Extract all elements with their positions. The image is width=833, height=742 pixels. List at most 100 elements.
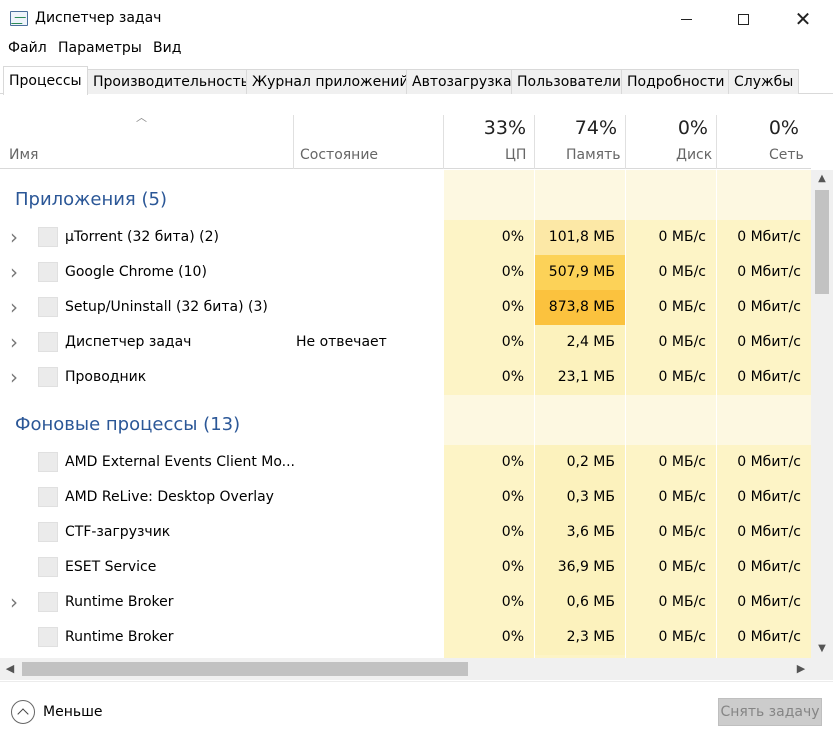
column-memory-header[interactable]: Память xyxy=(566,147,621,163)
maximize-button[interactable] xyxy=(720,0,766,38)
table-row[interactable]: CTF-загрузчик 0% 3,6 МБ 0 МБ/с 0 Мбит/с xyxy=(0,515,811,550)
task-manager-icon xyxy=(10,11,28,26)
tab-services[interactable]: Службы xyxy=(728,69,800,94)
vertical-scroll-thumb[interactable] xyxy=(815,190,829,294)
process-icon xyxy=(38,522,58,542)
table-row[interactable]: › Runtime Broker 0% 0,6 МБ 0 МБ/с 0 Мбит/с xyxy=(0,585,811,620)
process-icon xyxy=(38,487,58,507)
scroll-down-icon[interactable]: ▼ xyxy=(811,640,833,658)
table-row[interactable]: › Диспетчер задач Не отвечает 0% 2,4 МБ 0 МБ/… xyxy=(0,325,811,360)
process-disk: 0 МБ/с xyxy=(658,454,706,470)
menu-options[interactable]: Параметры xyxy=(58,40,142,56)
menu-file[interactable]: Файл xyxy=(8,40,47,56)
column-cpu-header[interactable]: ЦП xyxy=(505,147,526,163)
group-header[interactable]: Приложения (5) xyxy=(0,170,811,220)
process-icon xyxy=(38,452,58,472)
column-divider[interactable] xyxy=(293,115,294,169)
group-cell-background xyxy=(535,395,625,445)
chevron-right-icon[interactable]: › xyxy=(10,325,24,360)
chevron-right-icon[interactable]: › xyxy=(10,220,24,255)
group-cell-background xyxy=(717,170,811,220)
process-name: Диспетчер задач xyxy=(65,334,192,350)
chevron-up-circle-icon[interactable] xyxy=(11,700,35,724)
fewer-details-link[interactable]: Меньше xyxy=(43,704,103,720)
horizontal-scrollbar[interactable]: ◀ ▶ xyxy=(0,658,811,680)
column-status-header[interactable]: Состояние xyxy=(300,147,378,163)
tab-performance[interactable]: Производительность xyxy=(87,69,255,94)
process-memory: 36,9 МБ xyxy=(557,559,615,575)
table-row[interactable]: AMD External Events Client Mo... 0% 0,2 МБ… xyxy=(0,445,811,480)
group-cell-background xyxy=(717,395,811,445)
group-header[interactable]: Фоновые процессы (13) xyxy=(0,395,811,445)
process-cpu: 0% xyxy=(501,229,524,245)
process-network: 0 Мбит/с xyxy=(737,454,801,470)
process-network: 0 Мбит/с xyxy=(737,229,801,245)
process-network: 0 Мбит/с xyxy=(737,489,801,505)
menu-view[interactable]: Вид xyxy=(153,40,181,56)
column-name-header[interactable]: Имя xyxy=(9,147,38,163)
chevron-right-icon[interactable]: › xyxy=(10,290,24,325)
process-disk: 0 МБ/с xyxy=(658,629,706,645)
process-memory: 0,3 МБ xyxy=(566,489,615,505)
column-divider[interactable] xyxy=(716,115,717,169)
process-cpu: 0% xyxy=(501,264,524,280)
process-icon xyxy=(38,227,58,247)
disk-total[interactable]: 0% xyxy=(628,117,708,139)
column-divider[interactable] xyxy=(625,115,626,169)
chevron-right-icon[interactable]: › xyxy=(10,255,24,290)
horizontal-scroll-thumb[interactable] xyxy=(22,662,468,676)
process-cpu: 0% xyxy=(501,524,524,540)
chevron-right-icon[interactable]: › xyxy=(10,585,24,620)
process-cpu: 0% xyxy=(501,629,524,645)
minimize-button[interactable] xyxy=(663,0,709,38)
table-row[interactable]: ESET Service 0% 36,9 МБ 0 МБ/с 0 Мбит/с xyxy=(0,550,811,585)
table-row[interactable]: › Проводник 0% 23,1 МБ 0 МБ/с 0 Мбит/с xyxy=(0,360,811,395)
process-disk: 0 МБ/с xyxy=(658,264,706,280)
column-divider[interactable] xyxy=(443,115,444,169)
vertical-scrollbar[interactable]: ▲ ▼ xyxy=(811,170,833,658)
process-disk: 0 МБ/с xyxy=(658,594,706,610)
process-memory: 3,6 МБ xyxy=(566,524,615,540)
scroll-right-icon[interactable]: ▶ xyxy=(791,658,811,680)
table-row[interactable]: › µTorrent (32 бита) (2) 0% 101,8 МБ 0 МБ/с 0… xyxy=(0,220,811,255)
process-memory: 101,8 МБ xyxy=(548,229,615,245)
process-list: Приложения (5) › µTorrent (32 бита) (2) 0% 1… xyxy=(0,170,811,658)
tab-processes[interactable]: Процессы xyxy=(3,66,88,95)
process-memory: 873,8 МБ xyxy=(548,299,615,315)
tab-app-history[interactable]: Журнал приложений xyxy=(246,69,415,94)
group-cell-background xyxy=(444,170,534,220)
sort-up-icon: ︿ xyxy=(136,111,147,124)
tab-details[interactable]: Подробности xyxy=(621,69,731,94)
scroll-up-icon[interactable]: ▲ xyxy=(811,170,833,188)
column-network-header[interactable]: Сеть xyxy=(769,147,804,163)
table-row[interactable]: AMD ReLive: Desktop Overlay 0% 0,3 МБ 0 МБ/… xyxy=(0,480,811,515)
group-cell-background xyxy=(444,395,534,445)
process-memory: 2,3 МБ xyxy=(566,629,615,645)
process-icon xyxy=(38,297,58,317)
footer: Меньше Снять задачу xyxy=(0,681,833,742)
chevron-right-icon[interactable]: › xyxy=(10,360,24,395)
process-icon xyxy=(38,627,58,647)
process-memory: 23,1 МБ xyxy=(557,369,615,385)
cpu-total[interactable]: 33% xyxy=(446,117,526,139)
group-cell-background xyxy=(626,170,716,220)
column-disk-header[interactable]: Диск xyxy=(676,147,712,163)
process-icon xyxy=(38,592,58,612)
process-icon xyxy=(38,262,58,282)
end-task-button[interactable]: Снять задачу xyxy=(718,698,822,726)
process-disk: 0 МБ/с xyxy=(658,489,706,505)
table-row[interactable]: Runtime Broker 0% 2,3 МБ 0 МБ/с 0 Мбит/с xyxy=(0,620,811,655)
tab-users[interactable]: Пользователи xyxy=(511,69,627,94)
process-disk: 0 МБ/с xyxy=(658,229,706,245)
process-name: µTorrent (32 бита) (2) xyxy=(65,229,219,245)
memory-total[interactable]: 74% xyxy=(537,117,617,139)
table-row[interactable]: › Setup/Uninstall (32 бита) (3) 0% 873,8 МБ… xyxy=(0,290,811,325)
scroll-left-icon[interactable]: ◀ xyxy=(0,658,20,680)
network-total[interactable]: 0% xyxy=(719,117,799,139)
process-disk: 0 МБ/с xyxy=(658,299,706,315)
tab-startup[interactable]: Автозагрузка xyxy=(406,69,518,94)
process-network: 0 Мбит/с xyxy=(737,559,801,575)
column-divider[interactable] xyxy=(534,115,535,169)
close-button[interactable]: ✕ xyxy=(780,0,826,38)
table-row[interactable]: › Google Chrome (10) 0% 507,9 МБ 0 МБ/с 0 Мби… xyxy=(0,255,811,290)
